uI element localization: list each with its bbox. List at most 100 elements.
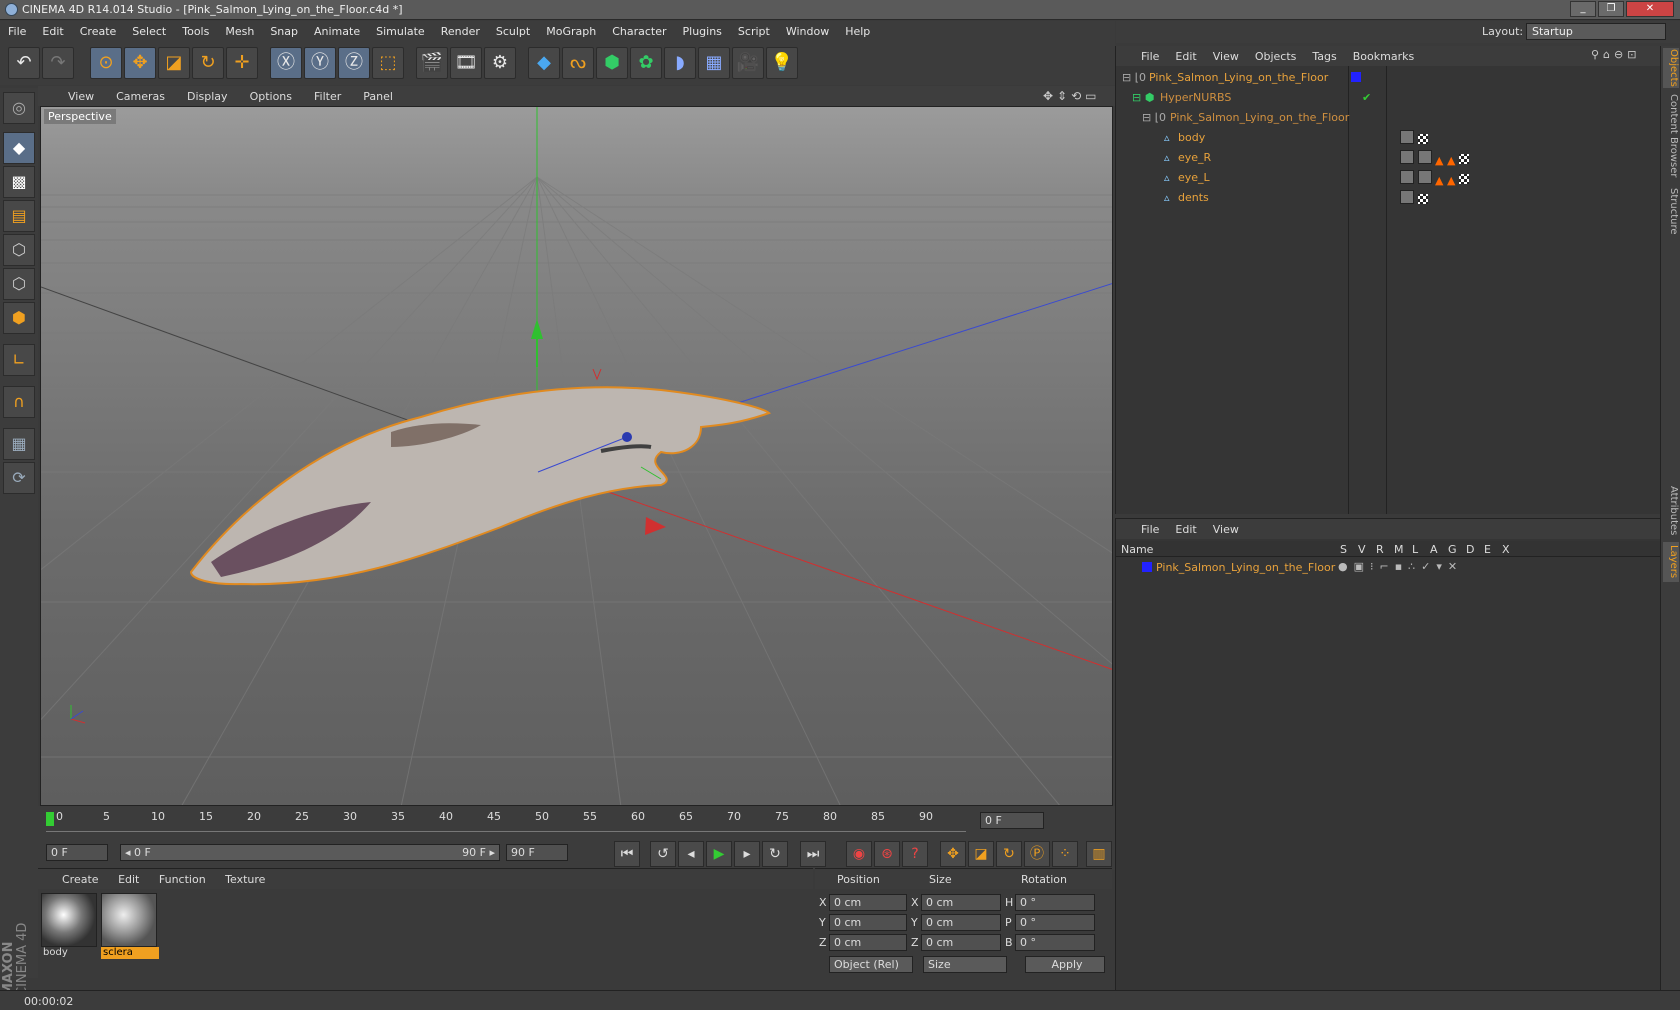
objects-menu-tags[interactable]: Tags [1312, 50, 1336, 63]
close-button[interactable]: ✕ [1626, 1, 1674, 17]
layers-menu-file[interactable]: File [1141, 523, 1159, 536]
texture-tag-icon[interactable] [1400, 130, 1414, 144]
size-mode-select[interactable]: Size [923, 956, 1007, 973]
col-render[interactable]: R [1376, 543, 1384, 556]
tab-objects[interactable]: Objects [1663, 48, 1679, 88]
timeline-window-icon[interactable]: ▥ [1086, 841, 1112, 867]
x-axis-lock-icon[interactable]: Ⓧ [270, 47, 302, 79]
next-frame-icon[interactable]: ▸ [734, 841, 760, 867]
live-selection-icon[interactable]: ⊙ [90, 47, 122, 79]
undo-icon[interactable]: ↶ [8, 47, 40, 79]
coordinate-system-icon[interactable]: ⬚ [372, 47, 404, 79]
render-picture-viewer-icon[interactable]: 🎞 [450, 47, 482, 79]
position-z-field[interactable]: 0 cm [829, 934, 907, 951]
make-editable-icon[interactable]: ◎ [3, 92, 35, 124]
uvw-tag-icon[interactable] [1417, 194, 1428, 204]
rotation-p-field[interactable]: 0 ° [1015, 914, 1095, 931]
rotate-tool-icon[interactable]: ↻ [192, 47, 224, 79]
viewport-menu-filter[interactable]: Filter [314, 90, 341, 103]
position-y-field[interactable]: 0 cm [829, 914, 907, 931]
menu-select[interactable]: Select [132, 25, 166, 38]
col-deformers[interactable]: D [1466, 543, 1474, 556]
menu-animate[interactable]: Animate [314, 25, 360, 38]
phong-tag-icon[interactable]: ▲ ▲ [1435, 154, 1455, 167]
col-manager[interactable]: M [1394, 543, 1404, 556]
size-z-field[interactable]: 0 cm [921, 934, 1001, 951]
rotation-b-field[interactable]: 0 ° [1015, 934, 1095, 951]
objects-menu-file[interactable]: File [1141, 50, 1159, 63]
texture-tag-icon[interactable] [1400, 150, 1414, 164]
maximize-button[interactable]: ❐ [1598, 1, 1624, 17]
menu-create[interactable]: Create [80, 25, 117, 38]
axis-mode-icon[interactable]: ∟ [3, 344, 35, 376]
cube-primitive-icon[interactable]: ◆ [528, 47, 560, 79]
col-xref[interactable]: X [1502, 543, 1510, 556]
workplane-sync-icon[interactable]: ⟳ [3, 462, 35, 494]
timeline-ruler[interactable]: 0 5 10 15 20 25 30 35 40 45 50 55 60 65 … [46, 810, 966, 832]
tab-attributes[interactable]: Attributes [1663, 486, 1679, 536]
camera-icon[interactable]: 🎥 [732, 47, 764, 79]
menu-edit[interactable]: Edit [42, 25, 63, 38]
rotation-h-field[interactable]: 0 ° [1015, 894, 1095, 911]
light-icon[interactable]: 💡 [766, 47, 798, 79]
layout-select[interactable]: Startup [1526, 23, 1666, 40]
objects-menu-objects[interactable]: Objects [1255, 50, 1297, 63]
workplane-mode-icon[interactable]: ▤ [3, 200, 35, 232]
start-frame-field[interactable]: 0 F [46, 844, 108, 861]
keyframe-selection-icon[interactable]: ? [902, 841, 928, 867]
points-mode-icon[interactable]: ⬡ [3, 234, 35, 266]
viewport-menu-view[interactable]: View [68, 90, 94, 103]
move-tool-icon[interactable]: ✥ [124, 47, 156, 79]
uvw-tag-icon[interactable] [1417, 134, 1428, 144]
size-x-field[interactable]: 0 cm [921, 894, 1001, 911]
uvw-tag-icon[interactable] [1458, 174, 1469, 184]
key-scale-icon[interactable]: ◪ [968, 841, 994, 867]
deformer-icon[interactable]: ◗ [664, 47, 696, 79]
col-view[interactable]: V [1358, 543, 1366, 556]
render-view-icon[interactable]: 🎬 [416, 47, 448, 79]
menu-mesh[interactable]: Mesh [225, 25, 254, 38]
object-row[interactable]: ⊟ ⌊0 Pink_Salmon_Lying_on_the_Floor [1116, 108, 1661, 127]
redo-icon[interactable]: ↷ [42, 47, 74, 79]
texture-tag-icon[interactable] [1417, 170, 1432, 184]
objects-menu-view[interactable]: View [1213, 50, 1239, 63]
viewport-menu-cameras[interactable]: Cameras [116, 90, 165, 103]
position-x-field[interactable]: 0 cm [829, 894, 907, 911]
col-generators[interactable]: G [1448, 543, 1457, 556]
timeline[interactable]: 0 5 10 15 20 25 30 35 40 45 50 55 60 65 … [38, 806, 1115, 836]
layers-menu-view[interactable]: View [1213, 523, 1239, 536]
menu-sculpt[interactable]: Sculpt [496, 25, 530, 38]
scale-tool-icon[interactable]: ◪ [158, 47, 190, 79]
size-y-field[interactable]: 0 cm [921, 914, 1001, 931]
material-menu-edit[interactable]: Edit [118, 873, 139, 886]
menu-plugins[interactable]: Plugins [683, 25, 722, 38]
material-menu-texture[interactable]: Texture [225, 873, 265, 886]
phong-tag-icon[interactable]: ▲ ▲ [1435, 174, 1455, 187]
layer-color-swatch[interactable] [1142, 562, 1152, 572]
menu-simulate[interactable]: Simulate [376, 25, 425, 38]
material-swatch-sclera[interactable]: sclera [101, 893, 159, 959]
frame-range-slider[interactable]: ◂ 0 F 90 F ▸ [120, 844, 500, 861]
object-row[interactable]: ▵ eye_R ▲ ▲ [1116, 148, 1661, 167]
menu-window[interactable]: Window [786, 25, 829, 38]
menu-render[interactable]: Render [441, 25, 480, 38]
viewport-menu-display[interactable]: Display [187, 90, 228, 103]
object-row[interactable]: ⊟ ⬢ HyperNURBS ✔ [1116, 88, 1661, 107]
menu-file[interactable]: File [8, 25, 26, 38]
key-rotation-icon[interactable]: ↻ [996, 841, 1022, 867]
object-row[interactable]: ⊟ ⌊0 Pink_Salmon_Lying_on_the_Floor [1116, 68, 1661, 87]
floor-icon[interactable]: ▦ [698, 47, 730, 79]
next-key-icon[interactable]: ↻ [762, 841, 788, 867]
object-row[interactable]: ▵ dents [1116, 188, 1661, 207]
y-axis-lock-icon[interactable]: Ⓨ [304, 47, 336, 79]
menu-tools[interactable]: Tools [182, 25, 209, 38]
render-settings-icon[interactable]: ⚙ [484, 47, 516, 79]
apply-button[interactable]: Apply [1025, 956, 1105, 973]
viewport-menu-options[interactable]: Options [250, 90, 292, 103]
key-pla-icon[interactable]: ⁘ [1052, 841, 1078, 867]
goto-end-icon[interactable]: ⏭ [800, 841, 826, 867]
edges-mode-icon[interactable]: ⬡ [3, 268, 35, 300]
tab-layers[interactable]: Layers [1663, 542, 1679, 582]
texture-tag-icon[interactable] [1400, 190, 1414, 204]
spline-pen-icon[interactable]: ᔓ [562, 47, 594, 79]
